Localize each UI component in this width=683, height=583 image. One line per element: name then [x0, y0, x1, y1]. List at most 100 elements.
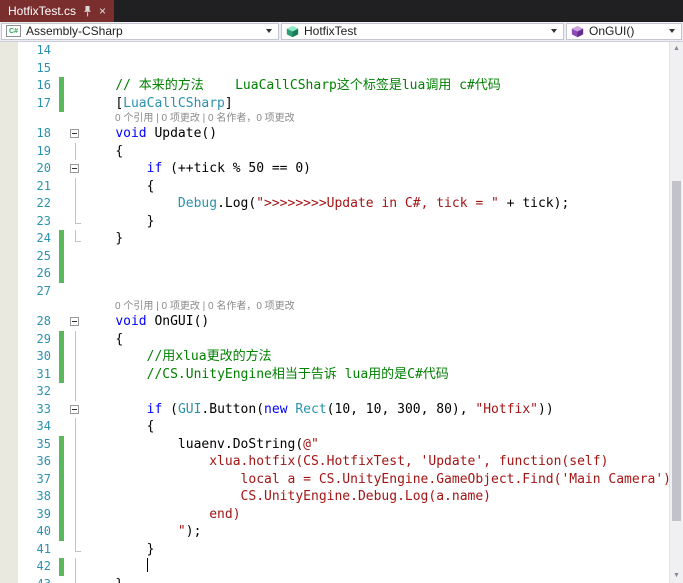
breakpoint-gutter[interactable]	[0, 265, 18, 283]
code-line[interactable]: 20 if (++tick % 50 == 0)	[0, 160, 683, 178]
code-text: if (++tick % 50 == 0)	[146, 161, 311, 176]
breakpoint-gutter[interactable]	[0, 160, 18, 178]
code-line[interactable]: 19 {	[0, 142, 683, 160]
codelens-info[interactable]: 0 个引用 | 0 项更改 | 0 名作者，0 项更改	[115, 112, 295, 125]
code-line[interactable]: 18 void Update()	[0, 125, 683, 143]
breakpoint-gutter[interactable]	[0, 212, 18, 230]
line-number: 21	[36, 178, 51, 193]
code-line[interactable]: 41 }	[0, 540, 683, 558]
code-line[interactable]: 17 [LuaCallCSharp]	[0, 94, 683, 112]
code-line[interactable]: 35 luaenv.DoString(@"	[0, 435, 683, 453]
line-number: 40	[36, 524, 51, 538]
breakpoint-gutter[interactable]	[0, 365, 18, 383]
change-indicator	[58, 112, 67, 125]
collapse-toggle-icon[interactable]	[70, 317, 79, 326]
code-line[interactable]: 21 {	[0, 177, 683, 195]
document-tab[interactable]: HotfixTest.cs ×	[0, 0, 115, 22]
codelens-row[interactable]: 0 个引用 | 0 项更改 | 0 名作者，0 项更改	[0, 300, 683, 313]
breakpoint-gutter[interactable]	[0, 77, 18, 95]
collapse-toggle-icon[interactable]	[70, 164, 79, 173]
code-line[interactable]: 24 }	[0, 230, 683, 248]
code-line[interactable]: 32	[0, 383, 683, 401]
code-line[interactable]: 26	[0, 265, 683, 283]
close-icon[interactable]: ×	[99, 5, 106, 17]
codelens-row[interactable]: 0 个引用 | 0 项更改 | 0 名作者，0 项更改	[0, 112, 683, 125]
code-text: local a = CS.UnityEngine.GameObject.Find…	[240, 471, 672, 487]
code-line[interactable]: 16 // 本来的方法 LuaCallCSharp这个标签是lua调用 c#代码	[0, 77, 683, 95]
breakpoint-gutter[interactable]	[0, 383, 18, 401]
breakpoint-gutter[interactable]	[0, 230, 18, 248]
vertical-scrollbar[interactable]: ▲ ▼	[669, 42, 683, 583]
member-dropdown[interactable]: OnGUI()	[566, 22, 682, 40]
code-line[interactable]: 27	[0, 282, 683, 300]
outlining-margin	[67, 265, 84, 283]
breakpoint-gutter[interactable]	[0, 540, 18, 558]
code-line[interactable]: 30 //用xlua更改的方法	[0, 348, 683, 366]
scroll-up-icon[interactable]: ▲	[670, 42, 683, 56]
codelens-info[interactable]: 0 个引用 | 0 项更改 | 0 名作者，0 项更改	[115, 300, 295, 313]
code-line[interactable]: 23 }	[0, 212, 683, 230]
code-editor[interactable]: 14 15 16 // 本来的方法 LuaCallCSharp这个标签是lua调用 …	[0, 42, 683, 583]
outlining-margin	[67, 365, 84, 384]
code-line[interactable]: 34 {	[0, 418, 683, 436]
code-line[interactable]: 28 void OnGUI()	[0, 313, 683, 331]
code-line[interactable]: 38 CS.UnityEngine.Debug.Log(a.name)	[0, 488, 683, 506]
breakpoint-gutter[interactable]	[0, 177, 18, 195]
breakpoint-gutter[interactable]	[0, 505, 18, 523]
line-number: 16	[36, 78, 51, 92]
code-text	[84, 558, 148, 576]
breakpoint-gutter[interactable]	[0, 400, 18, 418]
line-number: 41	[36, 541, 51, 556]
breakpoint-gutter[interactable]	[0, 348, 18, 366]
chevron-down-icon	[266, 29, 272, 33]
navigation-bar: C# Assembly-CSharp HotfixTest OnGUI()	[0, 22, 683, 42]
project-dropdown[interactable]: C# Assembly-CSharp	[1, 22, 279, 40]
pin-icon[interactable]	[83, 5, 92, 17]
code-line[interactable]: 31 //CS.UnityEngine相当于告诉 lua用的是C#代码	[0, 365, 683, 384]
type-dropdown[interactable]: HotfixTest	[281, 22, 564, 40]
breakpoint-gutter[interactable]	[0, 247, 18, 265]
collapse-toggle-icon[interactable]	[70, 129, 79, 138]
breakpoint-gutter[interactable]	[0, 523, 18, 541]
breakpoint-gutter[interactable]	[0, 575, 18, 583]
code-line[interactable]: 14	[0, 42, 683, 60]
line-number: 27	[36, 283, 51, 298]
member-dropdown-label: OnGUI()	[589, 24, 635, 38]
breakpoint-gutter[interactable]	[0, 112, 18, 125]
code-line[interactable]: 43 }	[0, 575, 683, 583]
breakpoint-gutter[interactable]	[0, 42, 18, 60]
breakpoint-gutter[interactable]	[0, 470, 18, 488]
outlining-margin	[67, 558, 84, 576]
code-line[interactable]: 37 local a = CS.UnityEngine.GameObject.F…	[0, 470, 683, 488]
code-text: ");	[177, 524, 202, 539]
collapse-toggle-icon[interactable]	[70, 404, 79, 414]
breakpoint-gutter[interactable]	[0, 59, 18, 77]
scroll-down-icon[interactable]: ▼	[670, 569, 683, 583]
breakpoint-gutter[interactable]	[0, 558, 18, 576]
code-text: // 本来的方法 LuaCallCSharp这个标签是lua调用 c#代码	[115, 78, 501, 93]
code-line[interactable]: 29 {	[0, 330, 683, 348]
breakpoint-gutter[interactable]	[0, 313, 18, 331]
scrollbar-thumb[interactable]	[672, 181, 681, 521]
breakpoint-gutter[interactable]	[0, 282, 18, 300]
code-line[interactable]: 39 end)	[0, 505, 683, 523]
breakpoint-gutter[interactable]	[0, 195, 18, 213]
code-line[interactable]: 36 xlua.hotfix(CS.HotfixTest, 'Update', …	[0, 453, 683, 471]
code-line[interactable]: 42	[0, 558, 683, 576]
code-line[interactable]: 40 ");	[0, 523, 683, 541]
code-line[interactable]: 33 if (GUI.Button(new Rect(10, 10, 300, …	[0, 400, 683, 418]
breakpoint-gutter[interactable]	[0, 435, 18, 453]
outlining-margin	[67, 523, 84, 541]
breakpoint-gutter[interactable]	[0, 125, 18, 143]
breakpoint-gutter[interactable]	[0, 300, 18, 313]
code-line[interactable]: 15	[0, 59, 683, 77]
breakpoint-gutter[interactable]	[0, 418, 18, 436]
breakpoint-gutter[interactable]	[0, 488, 18, 506]
breakpoint-gutter[interactable]	[0, 330, 18, 348]
code-line[interactable]: 22 Debug.Log(">>>>>>>>Update in C#, tick…	[0, 195, 683, 213]
breakpoint-gutter[interactable]	[0, 142, 18, 160]
breakpoint-gutter[interactable]	[0, 453, 18, 471]
code-line[interactable]: 25	[0, 247, 683, 265]
breakpoint-gutter[interactable]	[0, 94, 18, 112]
visual-studio-editor: HotfixTest.cs × C# Assembly-CSharp Hotfi…	[0, 0, 683, 583]
